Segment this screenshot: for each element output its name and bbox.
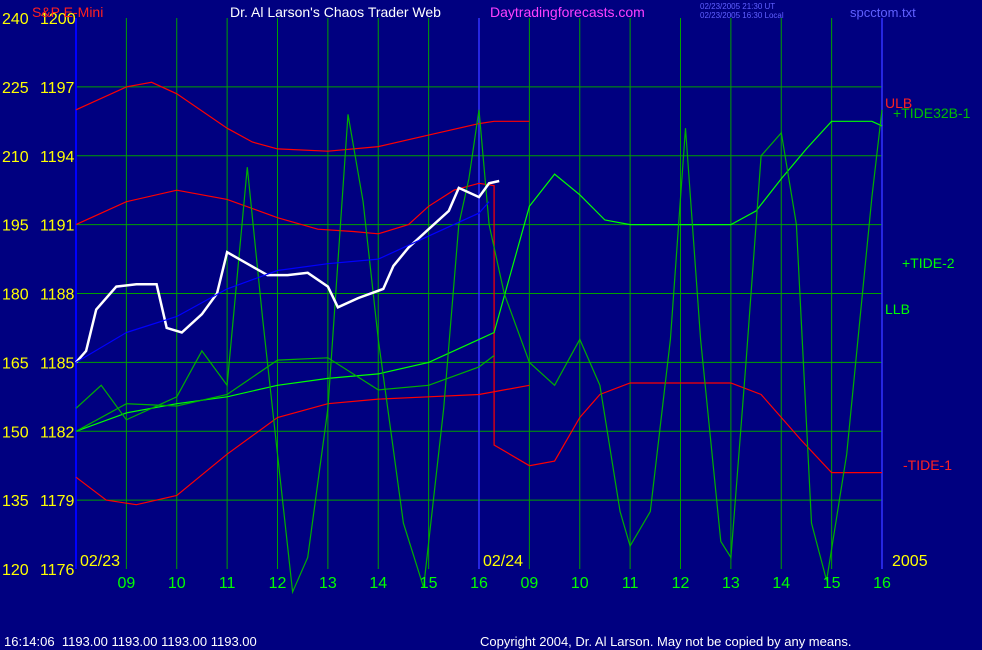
x-tick-label: 13 xyxy=(319,575,337,592)
y-price-tick-label: 1194 xyxy=(40,149,75,166)
x-tick-label: 16 xyxy=(873,575,891,592)
llb-label: LLB xyxy=(885,301,910,317)
y-price-tick-label: 1176 xyxy=(40,562,75,579)
x-tick-label: 09 xyxy=(117,575,135,592)
y-left-tick-label: 195 xyxy=(2,218,29,235)
x-tick-label: 13 xyxy=(722,575,740,592)
x-tick-label: 14 xyxy=(772,575,790,592)
x-tick-label: 11 xyxy=(219,575,236,592)
y-left-tick-label: 135 xyxy=(2,493,29,510)
y-price-tick-label: 1188 xyxy=(40,287,75,304)
y-left-tick-label: 210 xyxy=(2,149,29,166)
x-tick-label: 15 xyxy=(420,575,438,592)
instrument-label: S&P E-Mini xyxy=(32,4,103,20)
x-tick-label: 10 xyxy=(571,575,589,592)
y-left-tick-label: 150 xyxy=(2,424,29,441)
x-tick-label: 12 xyxy=(269,575,287,592)
y-price-tick-label: 1185 xyxy=(40,355,75,372)
y-left-tick-label: 180 xyxy=(2,287,29,304)
local-time: 02/23/2005 16:30 Local xyxy=(700,11,784,20)
y-left-tick-label: 225 xyxy=(2,80,29,97)
tide1-label: -TIDE-1 xyxy=(903,457,952,473)
date-label-1: 02/23 xyxy=(80,553,120,570)
status-readout: 16:14:06 1193.00 1193.00 1193.00 1193.00 xyxy=(4,634,257,649)
chart-title: Dr. Al Larson's Chaos Trader Web xyxy=(230,4,441,20)
y-left-tick-label: 120 xyxy=(2,562,29,579)
tide2-label: +TIDE-2 xyxy=(902,255,955,271)
y-price-tick-label: 1179 xyxy=(40,493,75,510)
y-left-tick-label: 240 xyxy=(2,11,29,28)
y-price-tick-label: 1197 xyxy=(40,80,75,97)
copyright-notice: Copyright 2004, Dr. Al Larson. May not b… xyxy=(480,634,851,649)
file-name: spcctom.txt xyxy=(850,5,916,20)
tide32-label: +TIDE32B-1 xyxy=(893,105,971,121)
x-tick-label: 15 xyxy=(823,575,841,592)
y-price-tick-label: 1182 xyxy=(40,424,75,441)
ut-time: 02/23/2005 21:30 UT xyxy=(700,2,775,11)
date-label-2: 02/24 xyxy=(483,553,523,570)
y-price-tick-label: 1191 xyxy=(40,218,75,235)
x-tick-label: 09 xyxy=(520,575,538,592)
x-tick-label: 11 xyxy=(622,575,639,592)
x-tick-label: 10 xyxy=(168,575,186,592)
x-tick-label: 12 xyxy=(672,575,690,592)
x-tick-label: 16 xyxy=(470,575,488,592)
year-label: 2005 xyxy=(892,553,928,570)
chart-canvas: 240 1200225 1197210 1194195 1191180 1188165 11… xyxy=(0,0,982,650)
site-link[interactable]: Daytradingforecasts.com xyxy=(490,4,645,20)
x-tick-label: 14 xyxy=(369,575,387,592)
y-left-tick-label: 165 xyxy=(2,355,29,372)
